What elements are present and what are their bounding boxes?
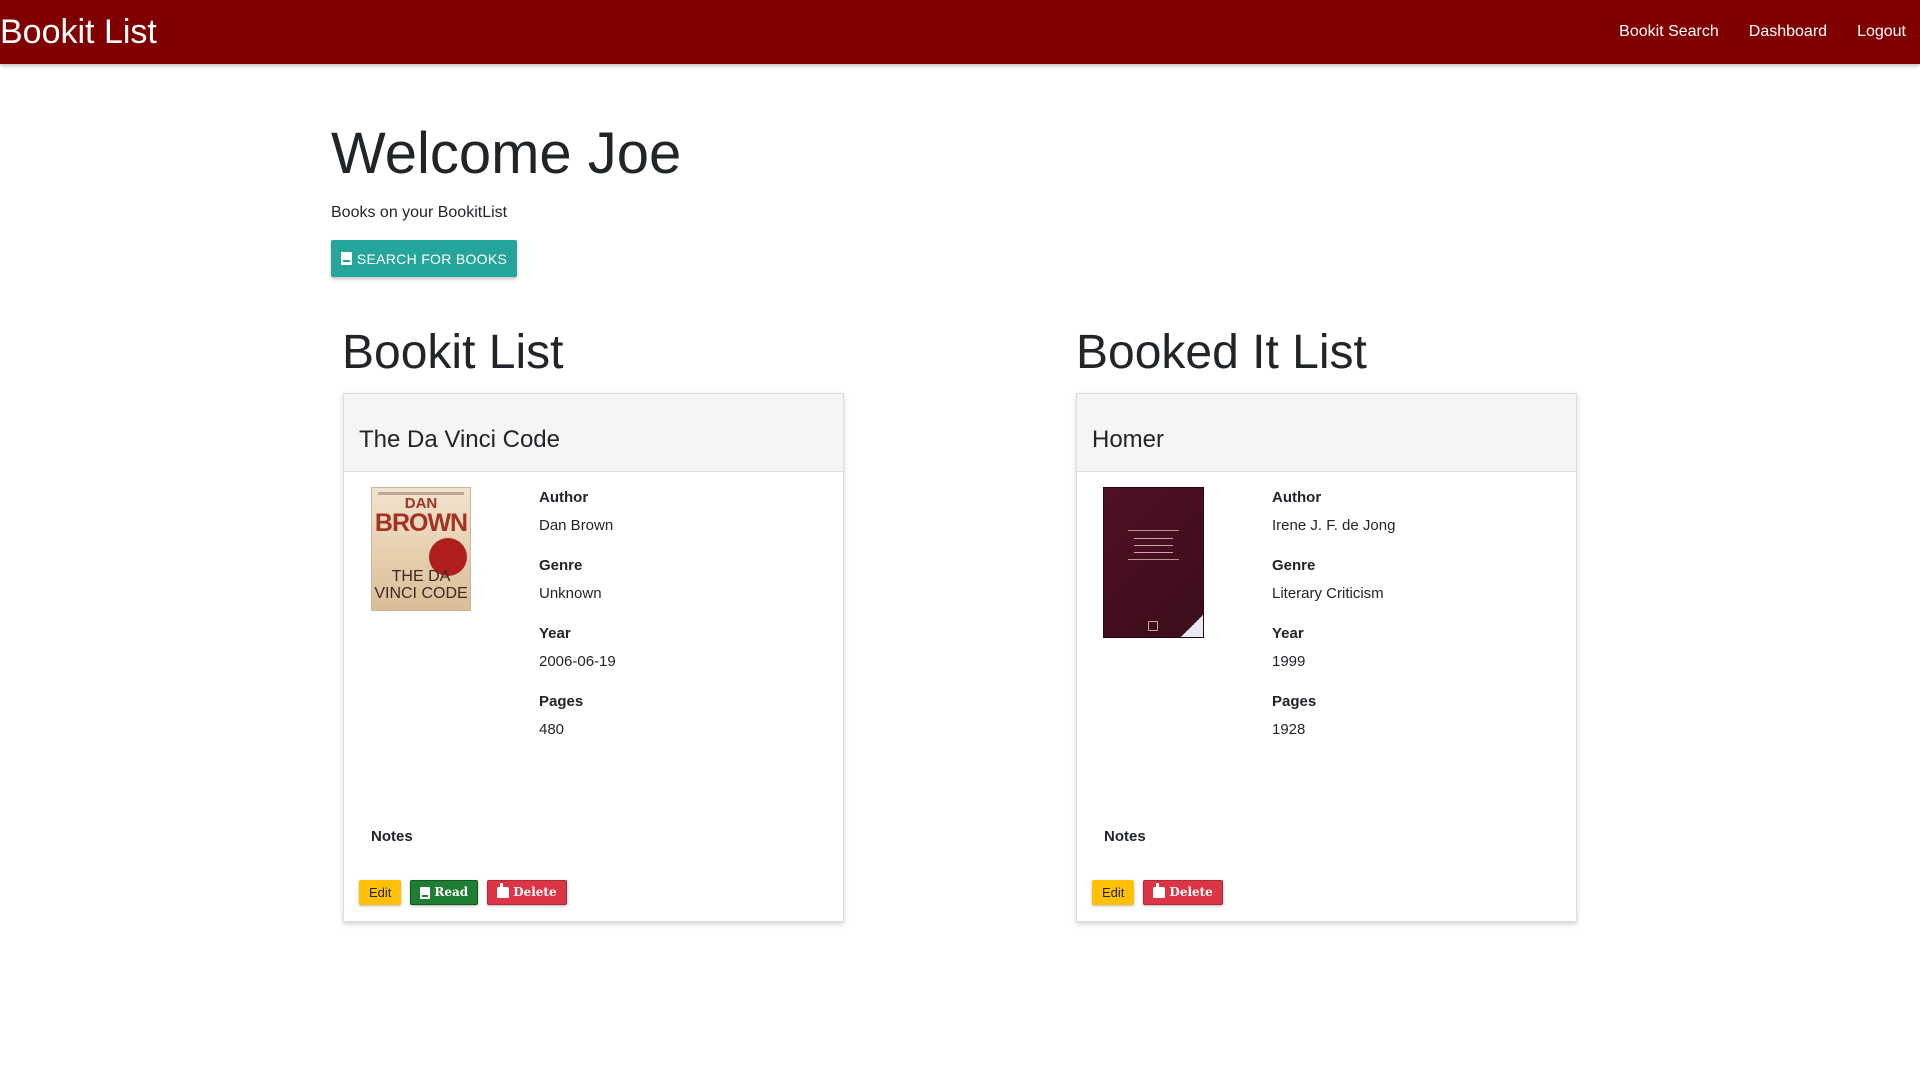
welcome-subtitle: Books on your BookitList	[331, 204, 508, 221]
author-value: Dan Brown	[539, 517, 614, 534]
hand-icon	[1153, 883, 1166, 898]
cover-author-last: BROWN	[374, 509, 468, 537]
author-value: Irene J. F. de Jong	[1272, 517, 1396, 534]
genre-label: Genre	[1272, 557, 1316, 574]
nav-links: Bookit Search Dashboard Logout	[1619, 22, 1920, 42]
cover-title: THE DA VINCI CODE	[374, 568, 468, 602]
welcome-heading: Welcome Joe	[331, 121, 682, 186]
delete-button[interactable]: Delete	[487, 880, 567, 905]
book-cover-image	[1103, 487, 1204, 638]
book-card-homer: Homer Author Irene J. F. de Jong Genre L…	[1076, 393, 1577, 922]
pages-value: 480	[539, 721, 565, 738]
book-title: Homer	[1092, 426, 1165, 453]
book-icon	[420, 886, 431, 899]
pages-value: 1928	[1272, 721, 1306, 738]
delete-button[interactable]: Delete	[1143, 880, 1223, 905]
author-label: Author	[539, 489, 589, 506]
nav-link-dashboard[interactable]: Dashboard	[1749, 22, 1827, 42]
delete-label: Delete	[1169, 885, 1213, 899]
genre-value: Literary Criticism	[1272, 585, 1384, 602]
book-icon	[340, 252, 352, 265]
read-label: Read	[434, 885, 469, 899]
book-details: Author Dan Brown Genre Unknown Year 2006…	[539, 488, 799, 760]
book-cover-image: DAN BROWN THE DA VINCI CODE	[371, 487, 471, 611]
brand-link[interactable]: Bookit List	[0, 12, 157, 52]
booked-it-list-title: Booked It List	[1076, 326, 1367, 379]
pages-label: Pages	[1272, 693, 1317, 710]
year-value: 2006-06-19	[539, 653, 616, 670]
book-details: Author Irene J. F. de Jong Genre Literar…	[1272, 488, 1532, 760]
card-actions: Edit Read Delete	[359, 880, 576, 906]
year-value: 1999	[1272, 653, 1306, 670]
notes-label: Notes	[371, 828, 413, 845]
year-label: Year	[1272, 625, 1304, 642]
card-actions: Edit Delete	[1092, 880, 1232, 906]
edit-button[interactable]: Edit	[359, 880, 402, 905]
genre-value: Unknown	[539, 585, 602, 602]
delete-label: Delete	[513, 885, 557, 899]
book-title: The Da Vinci Code	[359, 426, 560, 453]
search-for-books-label: SEARCH FOR BOOKS	[356, 250, 508, 267]
edit-button[interactable]: Edit	[1092, 880, 1135, 905]
author-label: Author	[1272, 489, 1322, 506]
book-card-da-vinci-code: The Da Vinci Code DAN BROWN THE DA VINCI…	[343, 393, 844, 922]
genre-label: Genre	[539, 557, 583, 574]
year-label: Year	[539, 625, 571, 642]
navbar: Bookit List Bookit Search Dashboard Logo…	[0, 0, 1920, 64]
bookit-list-title: Bookit List	[342, 326, 564, 379]
nav-link-bookit-search[interactable]: Bookit Search	[1619, 22, 1719, 42]
nav-link-logout[interactable]: Logout	[1857, 22, 1906, 42]
page-curl-graphic	[1181, 615, 1203, 637]
pages-label: Pages	[539, 693, 584, 710]
hand-icon	[497, 883, 510, 898]
notes-label: Notes	[1104, 828, 1146, 845]
search-for-books-button[interactable]: SEARCH FOR BOOKS	[331, 240, 517, 277]
card-header: The Da Vinci Code	[344, 394, 843, 472]
card-header: Homer	[1077, 394, 1576, 472]
read-button[interactable]: Read	[410, 880, 479, 905]
